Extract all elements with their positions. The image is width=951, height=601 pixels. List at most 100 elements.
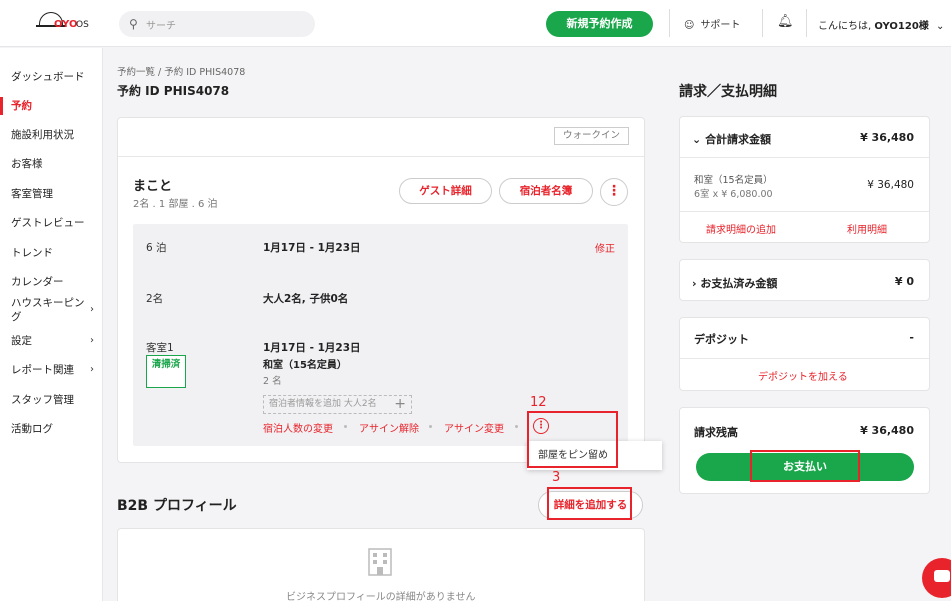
line-item-amount: ¥ 36,480 <box>867 179 914 191</box>
paid-amount-label: お支払済み金額 <box>700 277 778 290</box>
chat-button[interactable] <box>922 558 951 598</box>
guest-register-button[interactable]: 宿泊者名簿 <box>499 178 593 204</box>
plus-icon: + <box>394 396 406 412</box>
divider <box>680 358 929 359</box>
user-name: OYO120様 <box>874 21 929 32</box>
room-type: 和室（15名定員） <box>263 360 347 371</box>
b2b-empty-text: ビジネスプロフィールの詳細がありません <box>286 592 476 601</box>
sidebar-item-label: スタッフ管理 <box>11 394 74 406</box>
divider <box>680 211 929 212</box>
oyo-logo[interactable]: OYO OS <box>36 9 96 37</box>
building-icon <box>368 548 392 576</box>
sidebar-item-staff[interactable]: スタッフ管理 <box>0 391 103 409</box>
sidebar-item-label: グ <box>11 311 22 323</box>
new-booking-button[interactable]: 新規予約作成 <box>546 11 653 37</box>
divider <box>806 9 807 37</box>
stay-dates: 1月17日 - 1月23日 <box>263 242 361 254</box>
divider <box>762 9 763 37</box>
balance-amount: ¥ 36,480 <box>860 424 914 437</box>
divider <box>669 9 670 37</box>
sidebar-item-occupancy[interactable]: 施設利用状況 <box>0 126 103 144</box>
support-label: サポート <box>700 20 741 31</box>
guests-value: 大人2名, 子供0名 <box>263 293 349 305</box>
billing-title: 請求／支払明細 <box>679 84 777 100</box>
add-guest-info-button[interactable]: 宿泊者情報を追加 大人2名 + <box>263 395 412 414</box>
sidebar-item-label: 活動ログ <box>11 423 53 435</box>
edit-link[interactable]: 修正 <box>595 240 615 255</box>
b2b-title: B2B プロフィール <box>117 498 237 514</box>
usage-details-link[interactable]: 利用明細 <box>847 221 887 236</box>
sidebar-item-label: レポート関連 <box>11 364 74 376</box>
chevron-right-icon: › <box>90 304 94 315</box>
deposit-label: デポジット <box>694 333 749 346</box>
more-options-icon[interactable]: ⋮ <box>600 178 628 206</box>
paid-amount-toggle[interactable]: › お支払済み金額 <box>692 275 777 291</box>
sidebar-item-label: 予約 <box>11 100 32 112</box>
sidebar-item-label: 客室管理 <box>11 188 53 200</box>
clean-status-badge: 清掃済 <box>146 355 186 388</box>
sidebar-item-trends[interactable]: トレンド <box>0 244 103 262</box>
guest-summary: 2名 . 1 部屋 . 6 泊 <box>133 199 218 210</box>
chevron-right-icon: › <box>90 364 94 375</box>
add-line-item-link[interactable]: 請求明細の追加 <box>706 221 776 236</box>
chat-icon <box>934 570 950 582</box>
separator-dot <box>429 425 432 428</box>
nights-label: 6 泊 <box>146 242 167 254</box>
page-title: 予約 ID PHIS4078 <box>117 84 230 98</box>
separator-dot <box>344 425 347 428</box>
bell-icon[interactable]: 🔔︎ <box>777 14 794 29</box>
breadcrumb[interactable]: 予約一覧 / 予約 ID PHIS4078 <box>117 64 245 78</box>
add-guest-info-label: 宿泊者情報を追加 大人2名 <box>269 399 377 409</box>
room-dates: 1月17日 - 1月23日 <box>263 342 361 354</box>
sidebar-item-reviews[interactable]: ゲストレビュー <box>0 214 103 232</box>
support-link[interactable]: ☺ サポート <box>684 16 740 31</box>
annotation-number: 3 <box>552 470 561 485</box>
sidebar-item-rooms[interactable]: 客室管理 <box>0 185 103 203</box>
sidebar: ダッシュボード 予約 施設利用状況 お客様 客室管理 ゲストレビュー トレンド … <box>0 48 103 601</box>
guests-label: 2名 <box>146 293 164 305</box>
sidebar-item-label: トレンド <box>11 247 53 259</box>
sidebar-item-dashboard[interactable]: ダッシュボード <box>0 68 103 86</box>
search-input[interactable]: ⚲ サーチ <box>119 11 315 37</box>
room-label: 客室1 <box>146 342 174 354</box>
total-billing-label: 合計請求金額 <box>705 133 772 146</box>
search-placeholder: サーチ <box>146 21 176 32</box>
sidebar-item-housekeeping[interactable]: ハウスキーピン グ › <box>0 296 103 326</box>
user-menu[interactable]: こんにちは, OYO120様 ⌄ <box>818 17 944 32</box>
divider <box>118 156 644 157</box>
room-guests: 2 名 <box>263 376 282 387</box>
guest-name: まこと <box>133 179 173 194</box>
divider <box>680 157 929 158</box>
sidebar-item-bookings[interactable]: 予約 <box>0 97 103 115</box>
sidebar-item-calendar[interactable]: カレンダー <box>0 273 103 291</box>
support-icon: ☺ <box>684 20 695 31</box>
sidebar-item-label: カレンダー <box>11 276 64 288</box>
chevron-right-icon: › <box>692 277 697 290</box>
sidebar-item-reports[interactable]: レポート関連 › <box>0 361 103 379</box>
add-deposit-link[interactable]: デポジットを加える <box>758 368 848 383</box>
sidebar-item-activity-log[interactable]: 活動ログ <box>0 420 103 438</box>
chevron-down-icon: ⌄ <box>692 133 702 146</box>
balance-label: 請求残高 <box>694 426 738 439</box>
sidebar-item-settings[interactable]: 設定 › <box>0 332 103 350</box>
annotation-number: 12 <box>530 395 547 410</box>
annotation-box <box>527 411 618 468</box>
guest-detail-button[interactable]: ゲスト詳細 <box>399 178 492 204</box>
sidebar-item-label: ダッシュボード <box>11 71 85 83</box>
sidebar-item-label: お客様 <box>11 158 43 170</box>
greeting-prefix: こんにちは, <box>818 21 872 32</box>
annotation-box <box>750 450 860 482</box>
source-tag: ウォークイン <box>554 127 629 145</box>
search-icon: ⚲ <box>129 17 138 31</box>
line-item-room: 和室（15名定員） <box>694 175 773 186</box>
sidebar-item-guests[interactable]: お客様 <box>0 155 103 173</box>
total-billing-amount: ¥ 36,480 <box>860 131 914 144</box>
change-guests-link[interactable]: 宿泊人数の変更 <box>263 420 333 435</box>
logo-brand: OYO <box>54 19 78 30</box>
total-billing-toggle[interactable]: ⌄ 合計請求金額 <box>692 131 771 147</box>
unassign-link[interactable]: アサイン解除 <box>359 420 419 435</box>
sidebar-item-label: 設定 <box>11 335 32 347</box>
deposit-amount: - <box>909 331 914 344</box>
reassign-link[interactable]: アサイン変更 <box>444 420 504 435</box>
chevron-down-icon: ⌄ <box>935 21 945 32</box>
